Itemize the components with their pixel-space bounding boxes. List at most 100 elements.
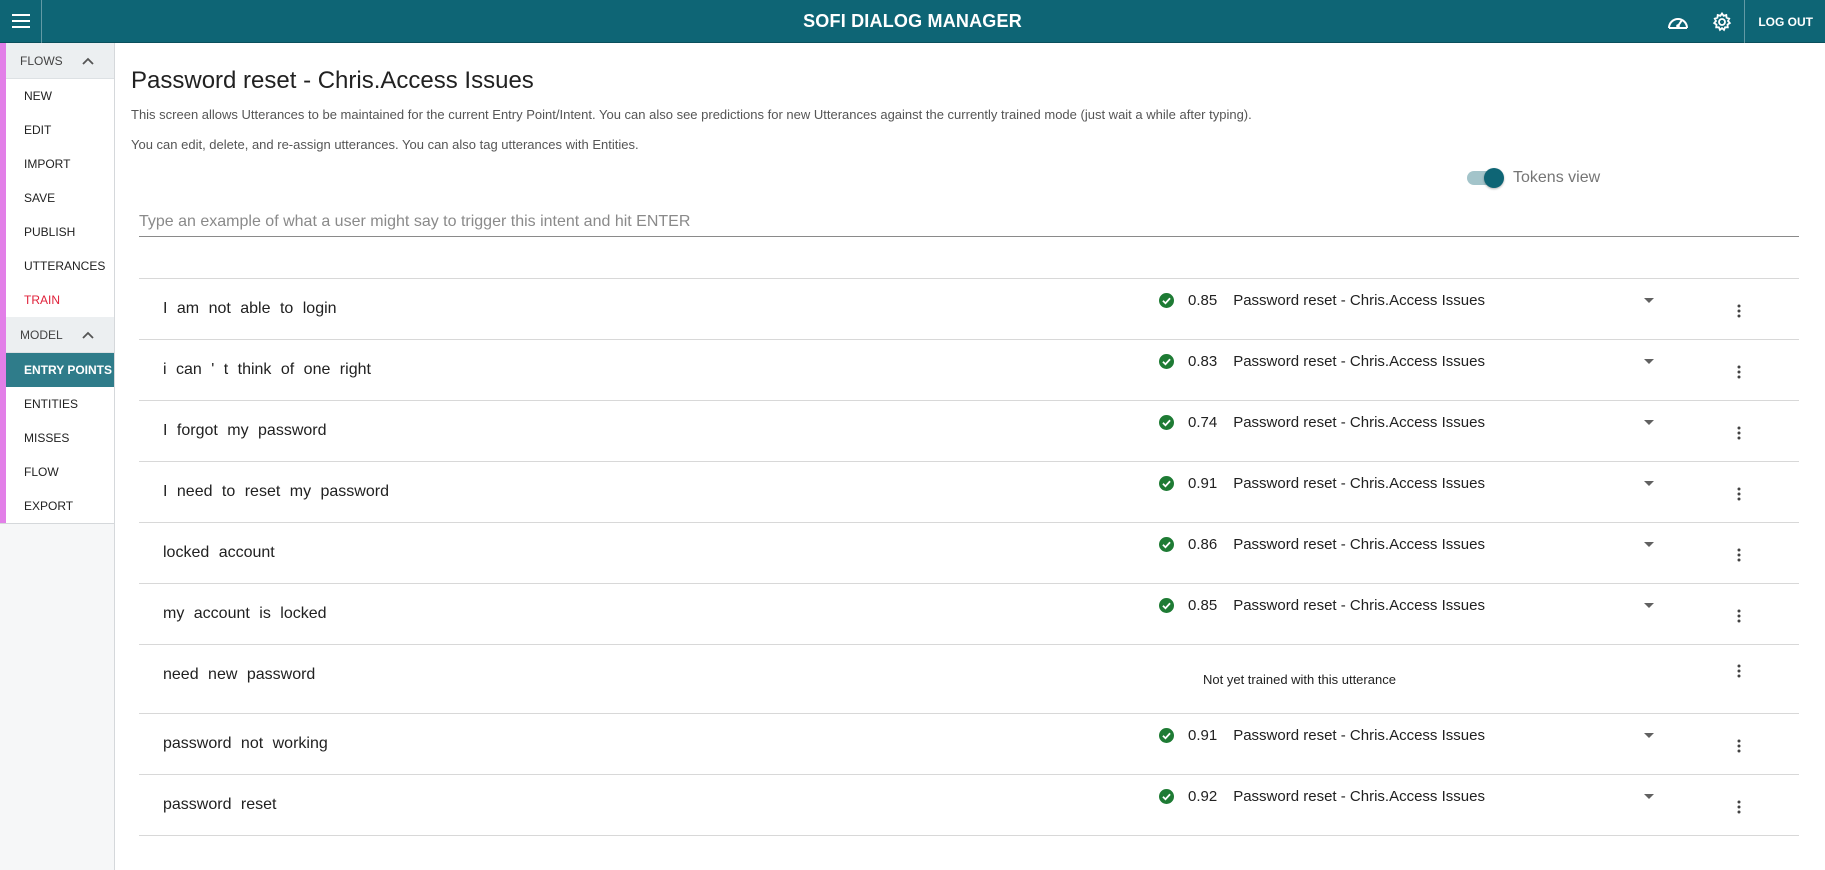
more-vert-icon	[1737, 739, 1741, 753]
prediction-score: 0.85	[1188, 291, 1218, 309]
intent-select-value[interactable]: Password reset - Chris.Access Issues	[1233, 727, 1485, 744]
check-circle-icon	[1159, 788, 1174, 804]
more-vert-icon	[1737, 800, 1741, 814]
logout-button[interactable]: LOG OUT	[1744, 0, 1825, 43]
caret-down-icon	[1644, 732, 1654, 738]
page-description-secondary: You can edit, delete, and re-assign utte…	[131, 137, 639, 152]
utterance-text[interactable]: I forgot my password	[163, 422, 327, 440]
sidebar-item-entry-points[interactable]: ENTRY POINTS	[6, 353, 114, 387]
row-menu-button[interactable]	[1731, 482, 1747, 506]
app-title: SOFI DIALOG MANAGER	[803, 10, 1022, 31]
sidebar-group-label: FLOWS	[20, 53, 63, 68]
row-menu-button[interactable]	[1731, 543, 1747, 567]
check-circle-icon	[1159, 292, 1174, 308]
utterance-text[interactable]: i can ' t think of one right	[163, 361, 371, 379]
page-title: Password reset - Chris.Access Issues	[131, 67, 534, 94]
row-menu-button[interactable]	[1731, 360, 1747, 384]
more-vert-icon	[1737, 304, 1741, 318]
not-trained-status: Not yet trained with this utterance	[1203, 672, 1396, 687]
intent-select-value[interactable]: Password reset - Chris.Access Issues	[1233, 475, 1485, 492]
utterance-row: I need to reset my password 0.91 Password …	[139, 462, 1799, 523]
utterance-row: locked account 0.86 Password reset - Chris…	[139, 523, 1799, 584]
intent-dropdown-button[interactable]	[1639, 351, 1659, 371]
intent-select-value[interactable]: Password reset - Chris.Access Issues	[1233, 353, 1485, 370]
prediction: 0.74 Password reset - Chris.Access Issues	[1159, 412, 1485, 432]
utterance-text[interactable]: my account is locked	[163, 605, 327, 623]
intent-dropdown-button[interactable]	[1639, 595, 1659, 615]
intent-dropdown-button[interactable]	[1639, 786, 1659, 806]
dashboard-icon	[1668, 17, 1689, 29]
intent-select-value[interactable]: Password reset - Chris.Access Issues	[1233, 597, 1485, 614]
toggle-switch[interactable]	[1467, 168, 1504, 188]
sidebar-group-label: MODEL	[20, 327, 63, 342]
caret-down-icon	[1644, 602, 1654, 608]
sidebar-item-new[interactable]: NEW	[6, 79, 114, 113]
prediction-score: 0.83	[1188, 352, 1218, 370]
intent-dropdown-button[interactable]	[1639, 725, 1659, 745]
intent-select-value[interactable]: Password reset - Chris.Access Issues	[1233, 414, 1485, 431]
utterance-text[interactable]: password reset	[163, 796, 277, 814]
menu-icon	[11, 14, 30, 28]
utterance-text[interactable]: I am not able to login	[163, 300, 337, 318]
intent-dropdown-button[interactable]	[1639, 534, 1659, 554]
more-vert-icon	[1737, 664, 1741, 678]
utterance-row: i can ' t think of one right 0.83 Password…	[139, 340, 1799, 401]
intent-dropdown-button[interactable]	[1639, 412, 1659, 432]
menu-button[interactable]	[0, 0, 42, 43]
tokens-view-toggle[interactable]: Tokens view	[1467, 168, 1600, 188]
caret-down-icon	[1644, 419, 1654, 425]
sidebar-item-export[interactable]: EXPORT	[6, 489, 114, 523]
sidebar-item-publish[interactable]: PUBLISH	[6, 215, 114, 249]
check-circle-icon	[1159, 475, 1174, 491]
sidebar-item-import[interactable]: IMPORT	[6, 147, 114, 181]
utterance-text[interactable]: need new password	[163, 666, 315, 684]
row-menu-button[interactable]	[1731, 421, 1747, 445]
utterance-input[interactable]	[139, 207, 1799, 237]
prediction-score: 0.74	[1188, 413, 1218, 431]
intent-select-value[interactable]: Password reset - Chris.Access Issues	[1233, 536, 1485, 553]
prediction: 0.86 Password reset - Chris.Access Issues	[1159, 534, 1485, 554]
row-menu-button[interactable]	[1731, 795, 1747, 819]
more-vert-icon	[1737, 548, 1741, 562]
sidebar-item-entities[interactable]: ENTITIES	[6, 387, 114, 421]
intent-dropdown-button[interactable]	[1639, 473, 1659, 493]
toggle-knob	[1484, 168, 1504, 188]
prediction-score: 0.85	[1188, 596, 1218, 614]
utterance-text[interactable]: locked account	[163, 544, 275, 562]
caret-down-icon	[1644, 541, 1654, 547]
intent-dropdown-button[interactable]	[1639, 290, 1659, 310]
utterance-list: I am not able to login 0.85 Password reset…	[139, 278, 1799, 836]
row-menu-button[interactable]	[1731, 734, 1747, 758]
sidebar: FLOWS NEW EDIT IMPORT SAVE PUBLISH UTTER…	[0, 43, 115, 870]
dashboard-button[interactable]	[1656, 0, 1700, 43]
sidebar-item-train[interactable]: TRAIN	[6, 283, 114, 317]
more-vert-icon	[1737, 609, 1741, 623]
row-menu-button[interactable]	[1731, 659, 1747, 683]
row-menu-button[interactable]	[1731, 299, 1747, 323]
intent-select-value[interactable]: Password reset - Chris.Access Issues	[1233, 788, 1485, 805]
prediction-score: 0.92	[1188, 787, 1218, 805]
sidebar-item-flow[interactable]: FLOW	[6, 455, 114, 489]
settings-button[interactable]	[1700, 0, 1744, 43]
sidebar-item-edit[interactable]: EDIT	[6, 113, 114, 147]
sidebar-item-misses[interactable]: MISSES	[6, 421, 114, 455]
prediction: 0.85 Password reset - Chris.Access Issues	[1159, 290, 1485, 310]
prediction-score: 0.86	[1188, 535, 1218, 553]
utterance-text[interactable]: password not working	[163, 735, 328, 753]
top-app-bar: SOFI DIALOG MANAGER LOG OUT	[0, 0, 1825, 43]
prediction: 0.92 Password reset - Chris.Access Issues	[1159, 786, 1485, 806]
check-circle-icon	[1159, 353, 1174, 369]
sidebar-item-save[interactable]: SAVE	[6, 181, 114, 215]
sidebar-group-header-flows[interactable]: FLOWS	[6, 43, 114, 79]
intent-select-value[interactable]: Password reset - Chris.Access Issues	[1233, 292, 1485, 309]
chevron-up-icon	[82, 57, 94, 65]
utterance-text[interactable]: I need to reset my password	[163, 483, 389, 501]
sidebar-item-utterances[interactable]: UTTERANCES	[6, 249, 114, 283]
row-menu-button[interactable]	[1731, 604, 1747, 628]
check-circle-icon	[1159, 597, 1174, 613]
sidebar-group-header-model[interactable]: MODEL	[6, 317, 114, 353]
prediction-score: 0.91	[1188, 726, 1218, 744]
prediction: 0.85 Password reset - Chris.Access Issues	[1159, 595, 1485, 615]
prediction: 0.83 Password reset - Chris.Access Issues	[1159, 351, 1485, 371]
caret-down-icon	[1644, 480, 1654, 486]
